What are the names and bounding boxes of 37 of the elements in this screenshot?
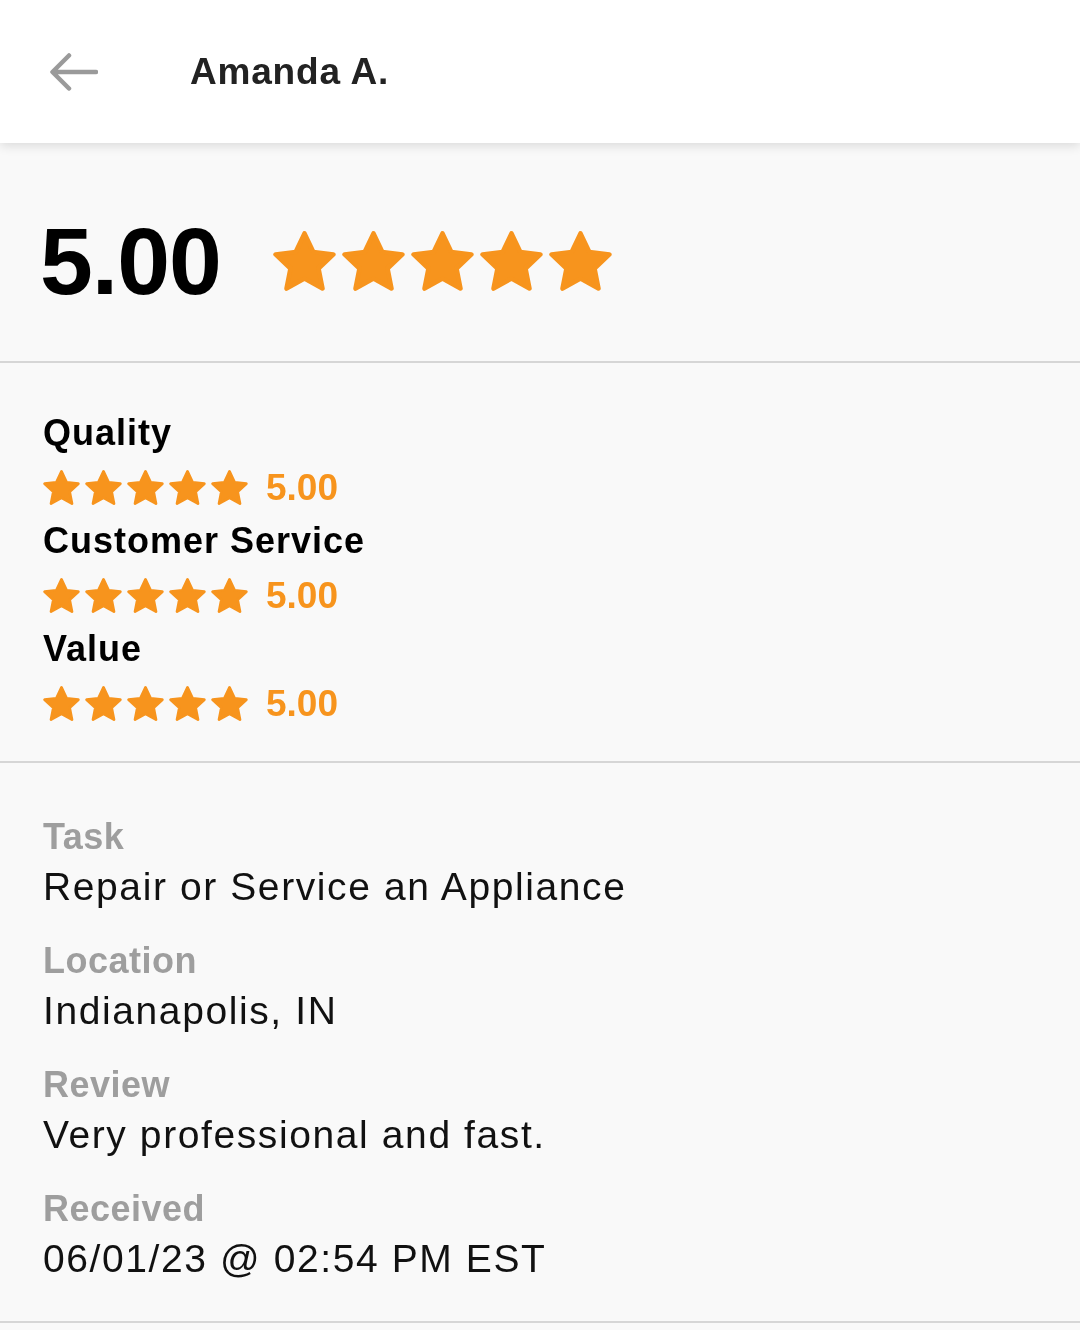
star-icon [43,469,80,505]
star-icon [169,577,206,613]
detail-value: Indianapolis, IN [43,988,338,1034]
star-icon [85,469,122,505]
star-icon [410,231,474,291]
star-icon [127,469,164,505]
category-name: Quality [43,411,173,455]
star-icon [85,577,122,613]
star-icon [341,231,405,291]
back-arrow-icon [50,52,98,91]
detail-value: Very professional and fast. [43,1112,546,1158]
star-icon [211,685,248,721]
category-name: Value [43,627,143,671]
detail-label: Review [43,1063,171,1107]
star-icon [127,577,164,613]
detail-label: Location [43,939,197,983]
star-icon [272,231,336,291]
star-icon [211,469,248,505]
detail-value: Repair or Service an Appliance [43,864,627,910]
star-icon [169,685,206,721]
star-icon [127,685,164,721]
detail-value: 06/01/23 @ 02:54 PM EST [43,1236,547,1282]
star-icon [211,577,248,613]
detail-label: Task [43,815,125,859]
star-icon [43,577,80,613]
star-icon [85,685,122,721]
star-icon [479,231,543,291]
category-rating: 5.00 [266,576,338,614]
overall-rating: 5.00 [40,213,221,309]
page-title: Amanda A. [190,50,390,93]
detail-label: Received [43,1187,206,1231]
star-icon [169,469,206,505]
star-icon [43,685,80,721]
star-icon [548,231,612,291]
category-rating: 5.00 [266,684,338,722]
category-rating: 5.00 [266,468,338,506]
category-name: Customer Service [43,519,366,563]
